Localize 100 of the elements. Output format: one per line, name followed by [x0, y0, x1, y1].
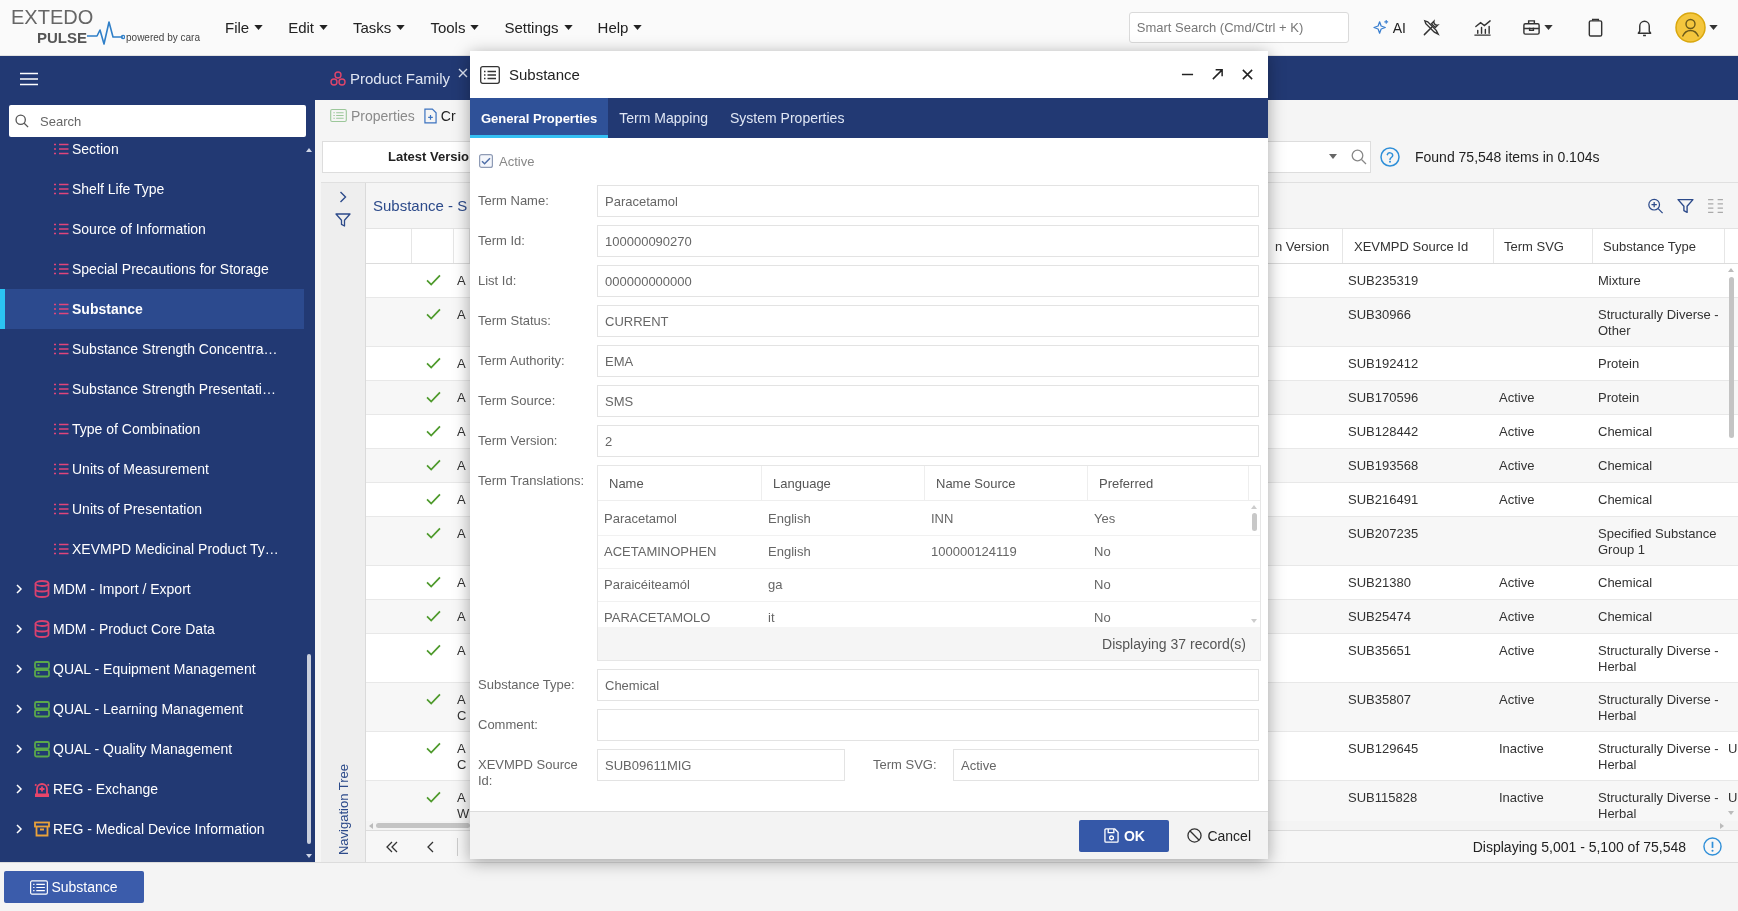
tree-item[interactable]: MDM - Product Core Data	[0, 609, 304, 649]
table-cell-text: Structurally Diverse - Herbal	[1598, 790, 1720, 821]
close-icon[interactable]	[1241, 68, 1254, 81]
checkbox[interactable]	[479, 154, 493, 168]
column-header[interactable]: Language	[773, 475, 831, 491]
tools-icon[interactable]	[1421, 18, 1441, 37]
chevron-right-icon[interactable]	[14, 584, 24, 594]
tree-item[interactable]: QUAL - Equipment Management	[0, 649, 304, 689]
tab[interactable]: Term Mapping	[608, 98, 720, 138]
column-header[interactable]: Substance Type	[1603, 238, 1696, 254]
column-header[interactable]: Name	[609, 475, 644, 491]
tree-item[interactable]: REG - Medical Device Information	[0, 809, 304, 849]
tree-item[interactable]: Substance	[0, 289, 304, 329]
tree-item[interactable]: XEVMPD Medicinal Product Ty…	[0, 529, 304, 569]
scrollbar-thumb[interactable]	[1729, 277, 1734, 438]
cancel-button[interactable]: Cancel	[1187, 819, 1251, 852]
filter-icon[interactable]	[1677, 197, 1694, 214]
search-field[interactable]: Smart Search (Cmd/Ctrl + K)	[1128, 12, 1349, 43]
tree-item[interactable]: Source of Information	[0, 209, 304, 249]
ok-button[interactable]: OK	[1079, 819, 1170, 852]
text-field[interactable]: CURRENT	[597, 305, 1259, 337]
help-icon[interactable]	[1380, 146, 1400, 167]
menu-item[interactable]: Settings	[504, 19, 573, 36]
previous-page-icon[interactable]	[427, 840, 434, 853]
scrollbar-thumb[interactable]	[1252, 513, 1257, 531]
text-field[interactable]: 100000090270	[597, 225, 1259, 257]
column-header[interactable]: Name Source	[936, 475, 1016, 491]
scroll-down-icon[interactable]	[306, 854, 312, 858]
checkbox-label: Active	[499, 153, 535, 169]
text-field[interactable]: Paracetamol	[597, 185, 1259, 217]
navigation-tab[interactable]: Navigation Tree	[335, 763, 351, 855]
text-field[interactable]: Chemical	[597, 669, 1259, 701]
expand-icon[interactable]	[1211, 68, 1224, 81]
caret-icon[interactable]	[1543, 25, 1553, 30]
table-cell-text: Active	[1499, 458, 1536, 474]
table-cell-text: Mixture	[1598, 273, 1642, 289]
chevron-right-icon[interactable]	[14, 744, 24, 754]
search-field[interactable]: Search	[9, 105, 306, 137]
menu-item[interactable]: File	[225, 19, 264, 36]
search-icon[interactable]	[1351, 148, 1367, 165]
circles-icon	[330, 70, 346, 86]
text-field[interactable]: 000000000000	[597, 265, 1259, 297]
tree-item[interactable]: QUAL - Quality Management	[0, 729, 304, 769]
column-header[interactable]: n Version	[1275, 238, 1330, 254]
caret-icon	[470, 25, 480, 30]
tree-item[interactable]: Section	[0, 137, 304, 169]
info-icon[interactable]	[1703, 837, 1722, 856]
text-field[interactable]: 2	[597, 425, 1259, 457]
menu-item[interactable]: Help	[597, 19, 643, 36]
toolbar-button[interactable]: Cr	[414, 102, 456, 129]
chevron-right-icon[interactable]	[14, 704, 24, 714]
tree-item[interactable]: Substance Strength Presentati…	[0, 369, 304, 409]
tree-item[interactable]: MDM - Import / Export	[0, 569, 304, 609]
logo-text: PULSE	[37, 29, 87, 46]
tree-item[interactable]: Units of Measurement	[0, 449, 304, 489]
user-avatar[interactable]	[1674, 12, 1706, 43]
taskbar-button[interactable]: Substance	[4, 871, 144, 903]
chevron-right-icon[interactable]	[14, 784, 24, 794]
tree-item[interactable]: Special Precautions for Storage	[0, 249, 304, 289]
tab[interactable]: General Properties	[470, 98, 609, 138]
table-cell: INN	[931, 511, 954, 526]
filter-icon[interactable]	[335, 213, 351, 227]
first-page-icon[interactable]	[386, 840, 398, 853]
column-header[interactable]: XEVMPD Source Id	[1354, 238, 1469, 254]
tree-item[interactable]: QUAL - Learning Management	[0, 689, 304, 729]
chevron-right-icon[interactable]	[339, 191, 347, 203]
tree-item[interactable]: Substance Strength Concentra…	[0, 329, 304, 369]
menu-icon[interactable]	[20, 72, 38, 86]
zoom-in-icon[interactable]	[1647, 197, 1664, 214]
text-field[interactable]: SUB09611MIG	[597, 749, 845, 781]
scrollbar-thumb[interactable]	[376, 823, 470, 828]
save-icon	[1103, 828, 1119, 843]
chevron-right-icon[interactable]	[14, 664, 24, 674]
menu-item[interactable]: Tools	[430, 19, 480, 36]
menu-item[interactable]: Tasks	[353, 19, 406, 36]
tree-item[interactable]: Shelf Life Type	[0, 169, 304, 209]
column-header[interactable]: Preferred	[1099, 475, 1154, 491]
tree-item[interactable]: REG - Exchange	[0, 769, 304, 809]
table-cell-text: Inactive	[1499, 790, 1545, 806]
list-icon	[53, 343, 69, 355]
tab[interactable]: System Properties	[719, 98, 856, 138]
chevron-right-icon[interactable]	[14, 824, 24, 834]
ai-button[interactable]: AI	[1372, 19, 1406, 36]
scroll-up-icon[interactable]	[306, 148, 312, 152]
text-field[interactable]: EMA	[597, 345, 1259, 377]
scrollbar-thumb[interactable]	[307, 654, 311, 844]
menu-item[interactable]: Edit	[288, 19, 329, 36]
chevron-right-icon[interactable]	[14, 624, 24, 634]
dialog-title: Substance	[509, 66, 580, 83]
tree-item[interactable]: Units of Presentation	[0, 489, 304, 529]
chart-icon[interactable]	[1472, 18, 1492, 37]
tree-item[interactable]: Type of Combination	[0, 409, 304, 449]
text-field[interactable]: Active	[953, 749, 1259, 781]
text-field[interactable]	[597, 709, 1259, 741]
text-field[interactable]: SMS	[597, 385, 1259, 417]
version-dropdown[interactable]: Latest Versio	[322, 140, 470, 173]
column-header[interactable]: Term SVG	[1504, 238, 1564, 254]
caret-icon[interactable]	[1708, 25, 1718, 30]
toolbox-icon[interactable]	[1521, 18, 1541, 37]
tab[interactable]: Product Family	[321, 56, 475, 100]
